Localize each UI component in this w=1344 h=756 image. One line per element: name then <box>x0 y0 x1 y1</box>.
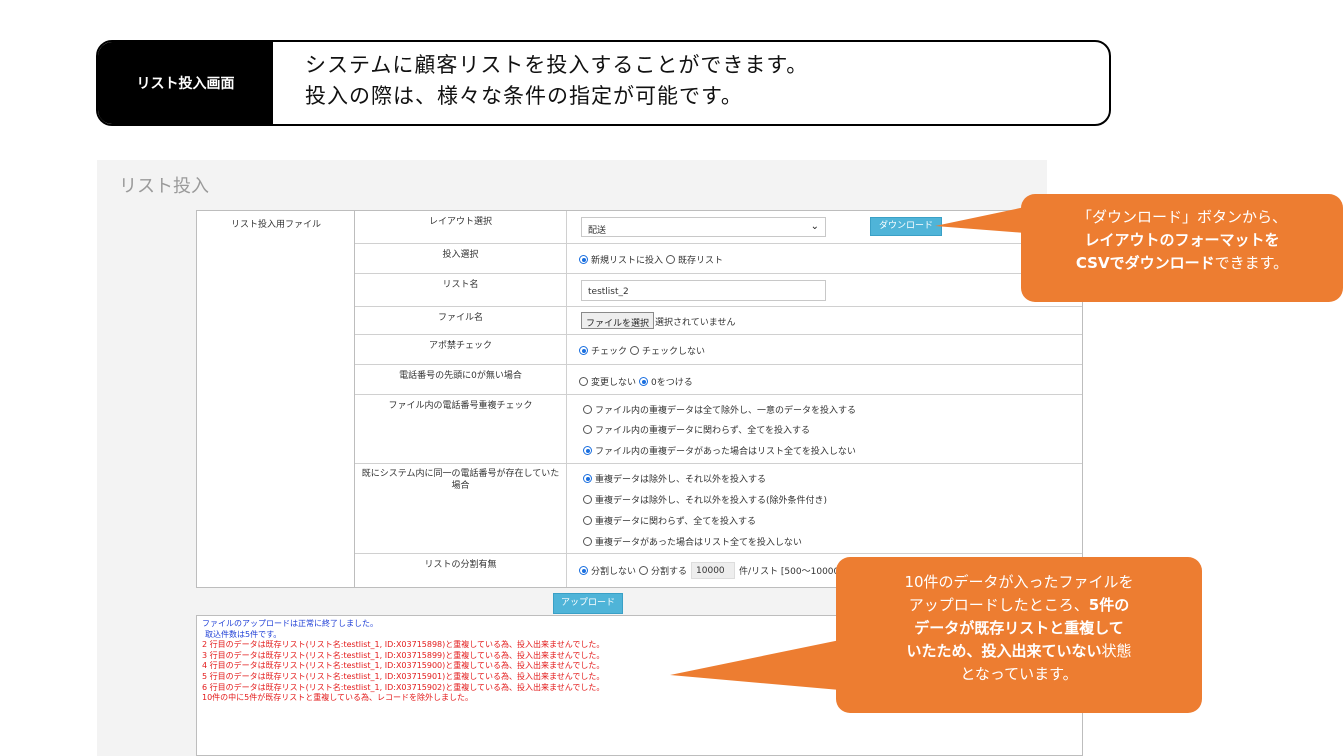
radio-new-list[interactable] <box>579 255 588 264</box>
callout2-line2-bold: 5件の <box>1088 596 1130 614</box>
file-status: 選択されていません <box>655 318 736 328</box>
radio-split-label: 分割する <box>651 567 688 577</box>
radio-dup-file-1-label: ファイル内の重複データは全て除外し、一意のデータを投入する <box>595 406 857 416</box>
page-title: リスト投入 <box>119 176 209 197</box>
file-section: リスト投入用ファイル <box>197 211 355 587</box>
row-apo-check: アポ禁チェック チェック チェックしない <box>355 335 1082 365</box>
callout1-line1: 「ダウンロード」ボタンから、 <box>1076 208 1287 226</box>
radio-check[interactable] <box>579 346 588 355</box>
radio-existing-list[interactable] <box>666 255 676 264</box>
callout1-line2: レイアウトのフォーマットを <box>1084 231 1280 249</box>
radio-no-check-label: チェックしない <box>642 347 706 357</box>
callout1-line3-rest: できます。 <box>1214 254 1289 272</box>
banner-line-2: 投入の際は、様々な条件の指定が可能です。 <box>305 84 743 108</box>
radio-dup-file-3-label: ファイル内の重複データがあった場合はリスト全てを投入しない <box>595 447 856 457</box>
callout2-line4-bold: いたため、投入出来ていない <box>906 642 1102 660</box>
dup-in-system-label: 既にシステム内に同一の電話番号が存在していた場合 <box>355 464 567 553</box>
radio-dup-sys-1[interactable] <box>583 474 592 483</box>
radio-dup-file-3[interactable] <box>583 446 592 455</box>
radio-dup-file-2[interactable] <box>583 425 592 434</box>
row-file-name: ファイル名 ファイルを選択 選択されていません <box>355 307 1082 335</box>
banner-tag: リスト投入画面 <box>98 42 273 124</box>
row-phone-prefix: 電話番号の先頭に0が無い場合 変更しない 0をつける <box>355 365 1082 395</box>
import-form: リスト投入用ファイル レイアウト選択 配送 ⌄ ダウンロード 投入選択 新規リス… <box>196 210 1083 588</box>
input-select-label: 投入選択 <box>355 244 567 273</box>
radio-no-split[interactable] <box>579 566 588 575</box>
callout2-line3: データが既存リストと重複して <box>914 619 1124 637</box>
radio-no-check[interactable] <box>630 346 640 355</box>
row-dup-in-system: 既にシステム内に同一の電話番号が存在していた場合 重複データは除外し、それ以外を… <box>355 464 1082 554</box>
radio-dup-sys-2[interactable] <box>583 495 592 504</box>
apo-check-label: アポ禁チェック <box>355 335 567 364</box>
callout2-line2: アップロードしたところ、 <box>908 596 1089 614</box>
banner-line-1: システムに顧客リストを投入することができます。 <box>305 53 809 77</box>
radio-dup-sys-4-label: 重複データがあった場合はリスト全てを投入しない <box>595 538 802 548</box>
chevron-down-icon: ⌄ <box>810 221 819 232</box>
radio-dup-sys-3[interactable] <box>583 516 592 525</box>
list-name-label: リスト名 <box>355 274 567 306</box>
callout2-line4-rest: 状態 <box>1101 642 1132 660</box>
banner-description: システムに顧客リストを投入することができます。 投入の際は、様々な条件の指定が可… <box>305 50 808 112</box>
row-list-name: リスト名 testlist_2 <box>355 274 1082 307</box>
radio-no-change[interactable] <box>579 377 588 386</box>
choose-file-button[interactable]: ファイルを選択 <box>581 312 655 329</box>
radio-check-label: チェック <box>591 347 628 357</box>
row-dup-in-file: ファイル内の電話番号重複チェック ファイル内の重複データは全て除外し、一意のデー… <box>355 395 1082 464</box>
dup-in-file-label: ファイル内の電話番号重複チェック <box>355 395 567 463</box>
radio-add-zero[interactable] <box>639 377 649 386</box>
file-name-label: ファイル名 <box>355 307 567 334</box>
download-callout: 「ダウンロード」ボタンから、 レイアウトのフォーマットを CSVでダウンロードで… <box>1021 194 1343 302</box>
radio-dup-file-1[interactable] <box>583 405 592 414</box>
callout-pointer-download <box>935 207 1025 233</box>
phone-prefix-label: 電話番号の先頭に0が無い場合 <box>355 365 567 394</box>
radio-split[interactable] <box>639 566 649 575</box>
radio-existing-list-label: 既存リスト <box>678 256 724 266</box>
callout-pointer-log <box>670 640 840 690</box>
callout2-line5: となっています。 <box>960 665 1078 683</box>
layout-select[interactable]: 配送 ⌄ <box>581 217 826 237</box>
radio-dup-sys-4[interactable] <box>583 537 592 546</box>
callout1-line3-bold: CSVでダウンロード <box>1075 254 1215 272</box>
radio-no-change-label: 変更しない <box>591 378 637 388</box>
radio-dup-sys-1-label: 重複データは除外し、それ以外を投入する <box>595 475 767 485</box>
split-suffix: 件/リスト [500～10000] <box>739 567 843 577</box>
upload-button[interactable]: アップロード <box>553 593 623 614</box>
download-button[interactable]: ダウンロード <box>870 217 942 236</box>
row-input-select: 投入選択 新規リストに投入 既存リスト <box>355 244 1082 274</box>
callout2-line1: 10件のデータが入ったファイルを <box>904 573 1134 591</box>
radio-new-list-label: 新規リストに投入 <box>591 256 664 266</box>
intro-banner: リスト投入画面 システムに顧客リストを投入することができます。 投入の際は、様々… <box>96 40 1111 126</box>
radio-dup-sys-2-label: 重複データは除外し、それ以外を投入する(除外条件付き) <box>595 496 828 506</box>
split-label: リストの分割有無 <box>355 554 567 587</box>
layout-label: レイアウト選択 <box>355 211 567 243</box>
file-section-label: リスト投入用ファイル <box>230 220 321 230</box>
radio-no-split-label: 分割しない <box>591 567 637 577</box>
list-name-input[interactable]: testlist_2 <box>581 280 826 301</box>
radio-dup-file-2-label: ファイル内の重複データに関わらず、全てを投入する <box>595 426 811 436</box>
split-count-input[interactable]: 10000 <box>691 562 736 579</box>
radio-dup-sys-3-label: 重複データに関わらず、全てを投入する <box>595 517 757 527</box>
radio-add-zero-label: 0をつける <box>651 378 693 388</box>
result-callout: 10件のデータが入ったファイルを アップロードしたところ、5件の データが既存リ… <box>836 557 1202 713</box>
layout-selected: 配送 <box>588 226 607 236</box>
